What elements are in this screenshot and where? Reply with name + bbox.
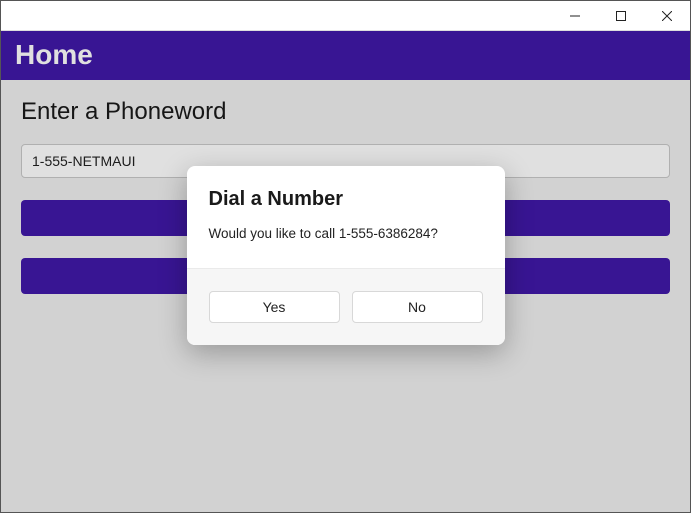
window-titlebar bbox=[1, 1, 690, 31]
dialog-actions: Yes No bbox=[187, 268, 505, 345]
dialog-title: Dial a Number bbox=[209, 188, 483, 211]
yes-button[interactable]: Yes bbox=[209, 291, 340, 323]
dialog-message: Would you like to call 1-555-6386284? bbox=[209, 225, 483, 244]
minimize-icon bbox=[570, 11, 580, 21]
dial-dialog: Dial a Number Would you like to call 1-5… bbox=[187, 166, 505, 345]
minimize-button[interactable] bbox=[552, 1, 598, 30]
close-button[interactable] bbox=[644, 1, 690, 30]
close-icon bbox=[662, 11, 672, 21]
maximize-icon bbox=[616, 11, 626, 21]
no-button[interactable]: No bbox=[352, 291, 483, 323]
maximize-button[interactable] bbox=[598, 1, 644, 30]
dialog-body: Dial a Number Would you like to call 1-5… bbox=[187, 166, 505, 268]
modal-overlay: Dial a Number Would you like to call 1-5… bbox=[1, 31, 690, 512]
